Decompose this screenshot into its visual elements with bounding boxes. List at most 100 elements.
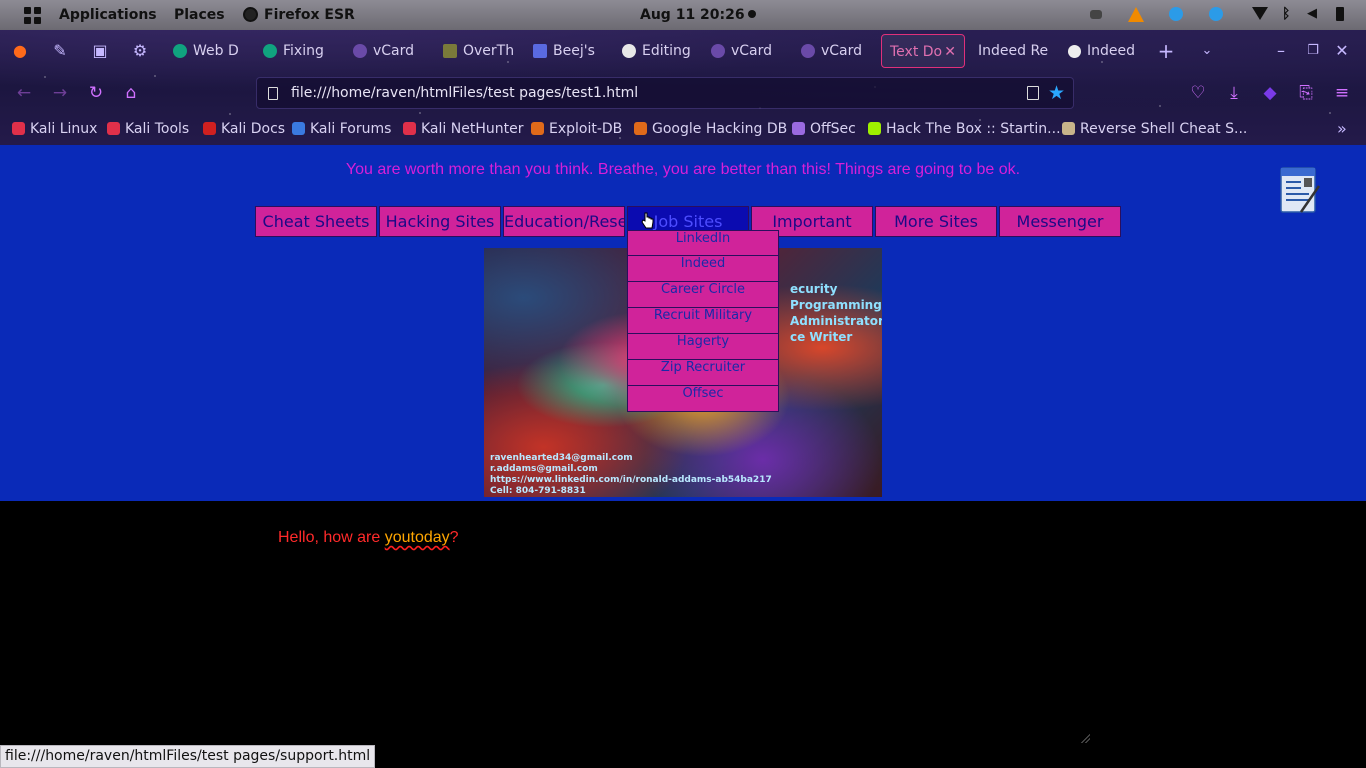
back-arrow-icon[interactable]: ←	[14, 83, 34, 103]
tab-indeed-re[interactable]: Indeed Re	[978, 34, 1058, 68]
kali-icon	[107, 122, 120, 135]
dropdown-item-offsec[interactable]: Offsec	[627, 386, 779, 412]
card-contact: Cell: 804-791-8831	[490, 486, 586, 496]
tab-overthewire[interactable]: OverTh	[443, 34, 523, 68]
textarea-resize-handle[interactable]	[1080, 733, 1090, 743]
menu-more-sites[interactable]: More Sites	[875, 206, 997, 237]
minimize-icon[interactable]: –	[1272, 42, 1290, 60]
beej-icon	[533, 44, 547, 58]
menu-messenger[interactable]: Messenger	[999, 206, 1121, 237]
tab-editing[interactable]: Editing	[622, 34, 702, 68]
list-tabs-chevron-down-icon[interactable]: ⌄	[1198, 42, 1216, 60]
greeting-textarea-content[interactable]: Hello, how are youtoday?	[278, 529, 459, 547]
extensions-icon[interactable]: ⎘	[1296, 83, 1316, 103]
new-tab-icon[interactable]: +	[1157, 41, 1175, 61]
hand-pointer-cursor-icon	[641, 212, 654, 229]
kali-icon	[12, 122, 25, 135]
offsec-icon	[792, 122, 805, 135]
kali-icon	[403, 122, 416, 135]
dropdown-item-hagerty[interactable]: Hagerty	[627, 334, 779, 360]
page-header-section: You are worth more than you think. Breat…	[0, 145, 1366, 501]
clock[interactable]: Aug 11 20:26	[640, 0, 745, 30]
link-status-bar: file:///home/raven/htmlFiles/test pages/…	[0, 745, 376, 768]
device-icon[interactable]	[1090, 10, 1102, 19]
card-role: Administrator	[790, 314, 882, 328]
vlc-icon[interactable]	[1128, 7, 1144, 22]
card-role: ce Writer	[790, 330, 853, 344]
bookmark-exploit-db[interactable]: Exploit-DB	[531, 118, 622, 140]
kali-docs-icon	[203, 122, 216, 135]
notification-dot-icon	[748, 10, 756, 18]
downloads-icon[interactable]: ⤓	[1224, 83, 1244, 103]
reload-icon[interactable]: ↻	[86, 83, 106, 103]
exploit-db-icon	[634, 122, 647, 135]
navigation-toolbar: ← → ↻ ⌂ file:///home/raven/htmlFiles/tes…	[0, 74, 1366, 112]
update-icon-2[interactable]	[1209, 7, 1223, 21]
gear-icon[interactable]: ⚙	[131, 42, 149, 60]
tab-web-d[interactable]: Web D	[173, 34, 253, 68]
app-grid-icon[interactable]	[24, 7, 41, 24]
bookmark-kali-linux[interactable]: Kali Linux	[12, 118, 97, 140]
dropdown-item-career-circle[interactable]: Career Circle	[627, 282, 779, 308]
menu-education-research[interactable]: Education/Rese	[503, 206, 625, 237]
hackthebox-icon	[868, 122, 881, 135]
tab-vcard-3[interactable]: vCard	[801, 34, 877, 68]
job-sites-dropdown: LinkedIn Indeed Career Circle Recruit Mi…	[627, 230, 779, 412]
screenshot-icon[interactable]: ▣	[91, 42, 109, 60]
tab-vcard-1[interactable]: vCard	[353, 34, 433, 68]
places-menu[interactable]: Places	[174, 0, 225, 30]
card-contact: ravenhearted34@gmail.com	[490, 453, 633, 463]
update-icon[interactable]	[1169, 7, 1183, 21]
vcard-icon	[353, 44, 367, 58]
encouragement-tagline: You are worth more than you think. Breat…	[345, 161, 1021, 178]
dropdown-item-recruit-military[interactable]: Recruit Military	[627, 308, 779, 334]
tab-beejs[interactable]: Beej's	[533, 34, 613, 68]
wrench-icon[interactable]: ✎	[51, 42, 69, 60]
chatgpt-icon	[263, 44, 277, 58]
wifi-icon[interactable]	[1252, 7, 1268, 20]
tab-vcard-2[interactable]: vCard	[711, 34, 791, 68]
cup-icon	[1062, 122, 1075, 135]
bookmark-hack-the-box[interactable]: Hack The Box :: Startin...	[868, 118, 1061, 140]
volume-icon[interactable]: ◀	[1307, 7, 1321, 21]
active-app-name[interactable]: Firefox ESR	[264, 0, 355, 30]
bookmark-reverse-shell[interactable]: Reverse Shell Cheat S...	[1062, 118, 1247, 140]
bookmark-star-icon[interactable]: ★	[1048, 82, 1065, 104]
dropdown-item-zip-recruiter[interactable]: Zip Recruiter	[627, 360, 779, 386]
page-icon	[268, 87, 278, 100]
page-body-section: Hello, how are youtoday?	[0, 501, 1366, 768]
pocket-icon[interactable]: ♡	[1188, 83, 1208, 103]
bookmark-kali-tools[interactable]: Kali Tools	[107, 118, 189, 140]
hamburger-menu-icon[interactable]: ≡	[1332, 83, 1352, 103]
tab-indeed[interactable]: Indeed	[1068, 34, 1138, 68]
tab-fixing[interactable]: Fixing	[263, 34, 343, 68]
card-contact: r.addams@gmail.com	[490, 464, 598, 474]
applications-menu[interactable]: Applications	[59, 0, 157, 30]
menu-cheat-sheets[interactable]: Cheat Sheets	[255, 206, 377, 237]
dropdown-item-linkedin[interactable]: LinkedIn	[627, 230, 779, 256]
tab-text-doc-active[interactable]: Text Do ✕	[881, 34, 965, 68]
reader-view-icon[interactable]	[1027, 86, 1039, 100]
screen: Applications Places Firefox ESR Aug 11 2…	[0, 0, 1366, 768]
firefox-view-icon[interactable]: ●	[11, 42, 29, 60]
restore-icon[interactable]: ❐	[1304, 42, 1322, 60]
bookmark-google-hacking-db[interactable]: Google Hacking DB	[634, 118, 787, 140]
menu-hacking-sites[interactable]: Hacking Sites	[379, 206, 501, 237]
extension-proton-icon[interactable]: ◆	[1260, 83, 1280, 103]
home-icon[interactable]: ⌂	[121, 83, 141, 103]
close-tab-icon[interactable]: ✕	[944, 35, 956, 67]
kali-forums-icon	[292, 122, 305, 135]
dropdown-item-indeed[interactable]: Indeed	[627, 256, 779, 282]
bookmark-kali-docs[interactable]: Kali Docs	[203, 118, 285, 140]
forward-arrow-icon[interactable]: →	[50, 83, 70, 103]
bookmark-kali-nethunter[interactable]: Kali NetHunter	[403, 118, 523, 140]
address-bar[interactable]: file:///home/raven/htmlFiles/test pages/…	[256, 77, 1074, 109]
bookmarks-overflow-chevron-icon[interactable]: »	[1337, 118, 1347, 140]
bluetooth-icon[interactable]: ᛒ	[1282, 7, 1296, 21]
battery-icon[interactable]	[1336, 7, 1344, 21]
misspelled-word[interactable]: youtoday	[385, 529, 450, 546]
resume-icon[interactable]	[1279, 166, 1321, 214]
bookmark-offsec[interactable]: OffSec	[792, 118, 856, 140]
bookmark-kali-forums[interactable]: Kali Forums	[292, 118, 391, 140]
close-window-icon[interactable]: ✕	[1333, 42, 1351, 60]
